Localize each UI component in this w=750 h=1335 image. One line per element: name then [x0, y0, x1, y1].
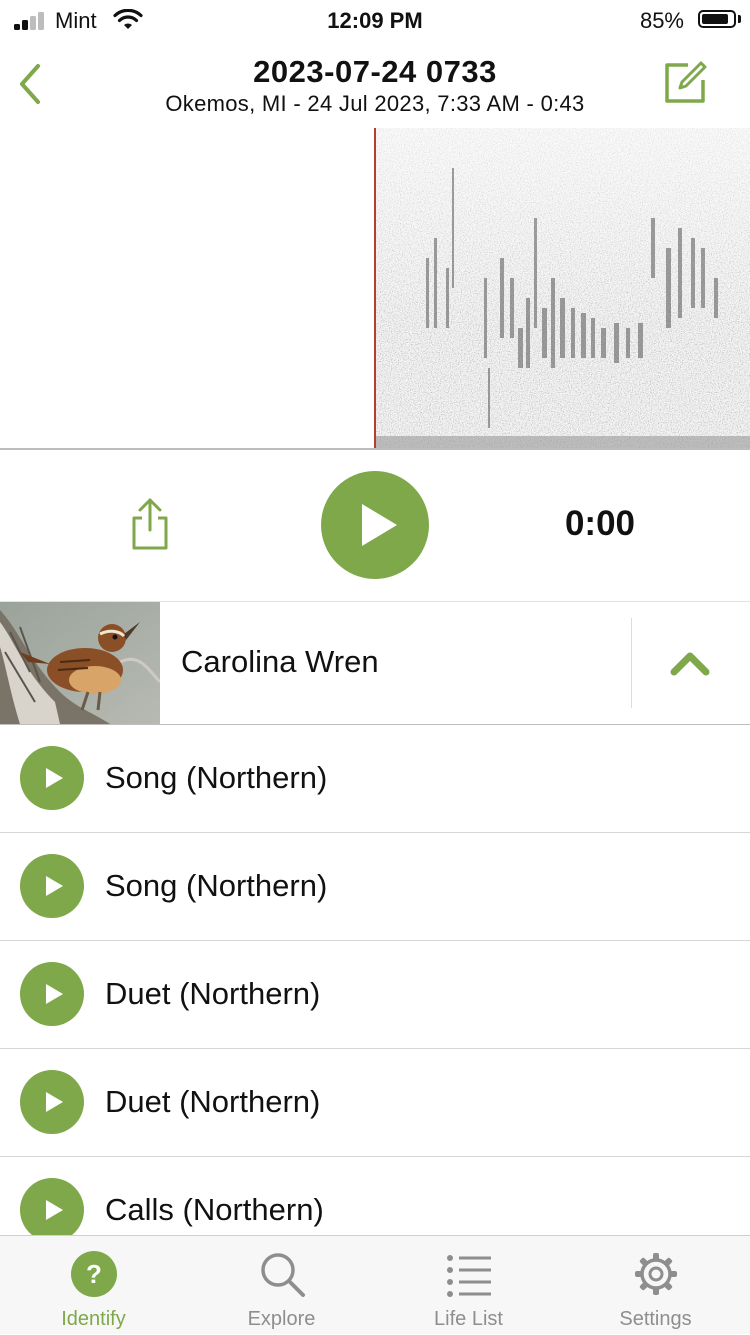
status-bar: Mint 12:09 PM 85% — [0, 0, 750, 40]
status-time: 12:09 PM — [327, 8, 423, 33]
recording-header: 2023-07-24 0733 Okemos, MI - 24 Jul 2023… — [0, 40, 750, 126]
recording-play-button[interactable] — [20, 746, 84, 810]
species-divider — [631, 618, 632, 708]
play-icon — [46, 876, 63, 896]
species-name: Carolina Wren — [181, 644, 379, 679]
battery-icon — [698, 10, 736, 28]
recording-title: 2023-07-24 0733 — [253, 54, 497, 89]
tab-explore[interactable]: Explore — [188, 1236, 375, 1335]
battery-percent: 85% — [639, 8, 684, 33]
search-icon — [261, 1253, 305, 1297]
tab-label: Explore — [247, 1308, 316, 1330]
recording-row[interactable]: Duet (Northern) — [0, 941, 750, 1049]
play-icon — [46, 768, 63, 788]
tab-life-list[interactable]: Life List — [375, 1236, 562, 1335]
playhead[interactable] — [374, 128, 376, 448]
player-controls: 0:00 — [0, 450, 750, 602]
recording-play-button[interactable] — [20, 854, 84, 918]
playback-time: 0:00 — [564, 504, 636, 543]
play-button[interactable] — [321, 471, 429, 579]
edit-icon[interactable] — [660, 58, 710, 108]
sound-recordings-list: Song (Northern) Song (Northern) Duet (No… — [0, 725, 750, 1235]
recording-play-button[interactable] — [20, 1178, 84, 1235]
recording-label: Duet (Northern) — [105, 1084, 321, 1119]
list-icon — [447, 1255, 491, 1297]
question-circle-icon: ? — [71, 1251, 117, 1297]
recording-label: Song (Northern) — [105, 760, 328, 795]
tab-label: Identify — [61, 1308, 126, 1330]
recording-row[interactable]: Song (Northern) — [0, 725, 750, 833]
recording-label: Song (Northern) — [105, 868, 328, 903]
recording-row[interactable]: Calls (Northern) — [0, 1157, 750, 1235]
tab-label: Life List — [434, 1308, 503, 1330]
tab-settings[interactable]: Settings — [562, 1236, 749, 1335]
play-icon — [362, 504, 397, 546]
recording-label: Calls (Northern) — [105, 1192, 324, 1227]
recording-play-button[interactable] — [20, 962, 84, 1026]
recording-subtitle: Okemos, MI - 24 Jul 2023, 7:33 AM - 0:43 — [165, 91, 585, 116]
battery-level-fill — [702, 14, 728, 24]
chevron-up-icon[interactable] — [662, 642, 718, 686]
recording-play-button[interactable] — [20, 1070, 84, 1134]
battery-nub — [738, 15, 741, 23]
recording-row[interactable]: Song (Northern) — [0, 833, 750, 941]
tab-label: Settings — [619, 1308, 692, 1330]
play-icon — [46, 984, 63, 1004]
recording-row[interactable]: Duet (Northern) — [0, 1049, 750, 1157]
tab-bar: ? Identify Explore Life List Settings — [0, 1235, 750, 1334]
species-photo — [0, 602, 160, 724]
play-icon — [46, 1200, 63, 1220]
share-icon[interactable] — [126, 496, 174, 552]
species-header[interactable]: Carolina Wren — [0, 602, 750, 725]
svg-text:?: ? — [86, 1259, 102, 1289]
recording-label: Duet (Northern) — [105, 976, 321, 1011]
gear-icon — [635, 1253, 677, 1295]
tab-identify[interactable]: ? Identify — [0, 1236, 187, 1335]
spectrogram-image — [376, 128, 750, 448]
spectrogram[interactable] — [0, 128, 750, 450]
play-icon — [46, 1092, 63, 1112]
